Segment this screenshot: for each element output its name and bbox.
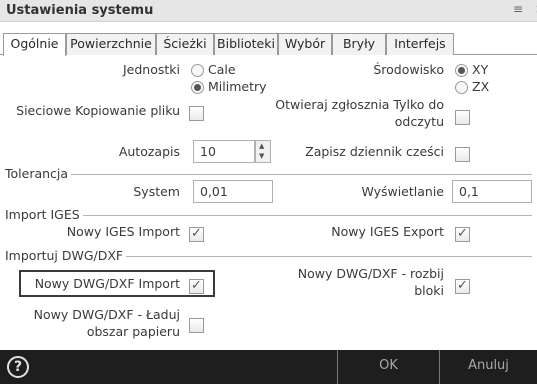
- spin-up-icon[interactable]: ▲: [259, 142, 264, 150]
- network-copy-checkbox[interactable]: [189, 106, 204, 121]
- open-readonly-label: Otwieraj zgłosznia Tylko do odczytu: [275, 97, 444, 129]
- check-icon: ✓: [191, 278, 202, 293]
- units-option-millimeters-label: Milimetry: [208, 79, 267, 94]
- iges-group: Import IGES: [5, 207, 532, 222]
- dialog-footer: ? OK Anuluj: [0, 350, 537, 384]
- dwg-explode-blocks-label: Nowy DWG/DXF - rozbij bloki: [297, 266, 444, 298]
- tab-ogolnie[interactable]: Ogólnie: [3, 33, 66, 56]
- dwg-explode-blocks-checkbox[interactable]: ✓: [455, 278, 470, 294]
- check-icon: ✓: [457, 226, 468, 241]
- environment-radio-zx[interactable]: [455, 81, 468, 94]
- tab-bryly[interactable]: Bryły: [332, 33, 386, 55]
- tab-bar: Ogólnie Powierzchnie Ścieżki Biblioteki …: [0, 33, 537, 56]
- environment-option-xy-label: XY: [472, 62, 489, 77]
- environment-label: Środowisko: [373, 62, 444, 77]
- network-copy-label: Sieciowe Kopiowanie pliku: [16, 103, 180, 118]
- dwg-load-paper-label: Nowy DWG/DXF - Ładuj obszar papieru: [33, 307, 180, 339]
- help-icon[interactable]: ?: [7, 356, 29, 378]
- tolerance-system-label: System: [133, 184, 180, 199]
- dwg-group-label: Importuj DWG/DXF: [5, 248, 127, 263]
- environment-radio-xy[interactable]: [455, 64, 468, 77]
- autosave-label: Autozapis: [118, 144, 180, 159]
- units-label: Jednostki: [122, 62, 180, 77]
- tolerance-system-input[interactable]: 0,01: [193, 180, 273, 203]
- tab-sciezki[interactable]: Ścieżki: [156, 33, 214, 55]
- cancel-button[interactable]: Anuluj: [439, 350, 537, 384]
- check-icon: ✓: [191, 226, 202, 241]
- spin-down-icon[interactable]: ▼: [259, 152, 264, 160]
- dwg-load-paper-checkbox[interactable]: [189, 318, 204, 333]
- tab-powierzchnie[interactable]: Powierzchnie: [66, 33, 156, 55]
- tolerance-group: Tolerancja: [5, 166, 532, 181]
- units-radio-millimeters[interactable]: [191, 81, 204, 94]
- tolerance-group-line: [5, 174, 532, 175]
- iges-new-import-checkbox[interactable]: ✓: [189, 226, 204, 242]
- tolerance-display-label: Wyświetlanie: [361, 184, 444, 199]
- autosave-spinner[interactable]: ▲ ▼: [255, 140, 271, 163]
- units-radio-inches[interactable]: [191, 64, 204, 77]
- iges-new-import-label: Nowy IGES Import: [66, 224, 180, 239]
- title-bar: Ustawienia systemu ≡ ×: [0, 0, 537, 22]
- iges-group-label: Import IGES: [5, 207, 83, 222]
- iges-new-export-label: Nowy IGES Export: [331, 224, 444, 239]
- autosave-input[interactable]: 10: [193, 140, 255, 163]
- tolerance-display-input[interactable]: 0,1: [452, 180, 532, 203]
- ok-button[interactable]: OK: [337, 350, 439, 384]
- environment-option-zx-label: ZX: [472, 79, 490, 94]
- save-log-label: Zapisz dziennik cześci: [305, 144, 444, 159]
- window-controls[interactable]: ≡ ×: [513, 2, 537, 16]
- dwg-group: Importuj DWG/DXF: [5, 248, 532, 263]
- open-readonly-checkbox[interactable]: [455, 110, 470, 125]
- tab-interfejs[interactable]: Interfejs: [386, 33, 454, 55]
- dwg-new-import-checkbox[interactable]: ✓: [189, 278, 204, 294]
- iges-new-export-checkbox[interactable]: ✓: [455, 226, 470, 242]
- check-icon: ✓: [457, 278, 468, 293]
- tolerance-group-label: Tolerancja: [5, 166, 72, 181]
- iges-group-line: [5, 215, 532, 216]
- tab-biblioteki[interactable]: Biblioteki: [214, 33, 278, 55]
- units-option-inches-label: Cale: [208, 62, 236, 77]
- save-log-checkbox[interactable]: [455, 147, 470, 162]
- dwg-new-import-label: Nowy DWG/DXF Import: [34, 276, 180, 291]
- window-title: Ustawienia systemu: [6, 3, 154, 18]
- tab-wybor[interactable]: Wybór: [278, 33, 332, 55]
